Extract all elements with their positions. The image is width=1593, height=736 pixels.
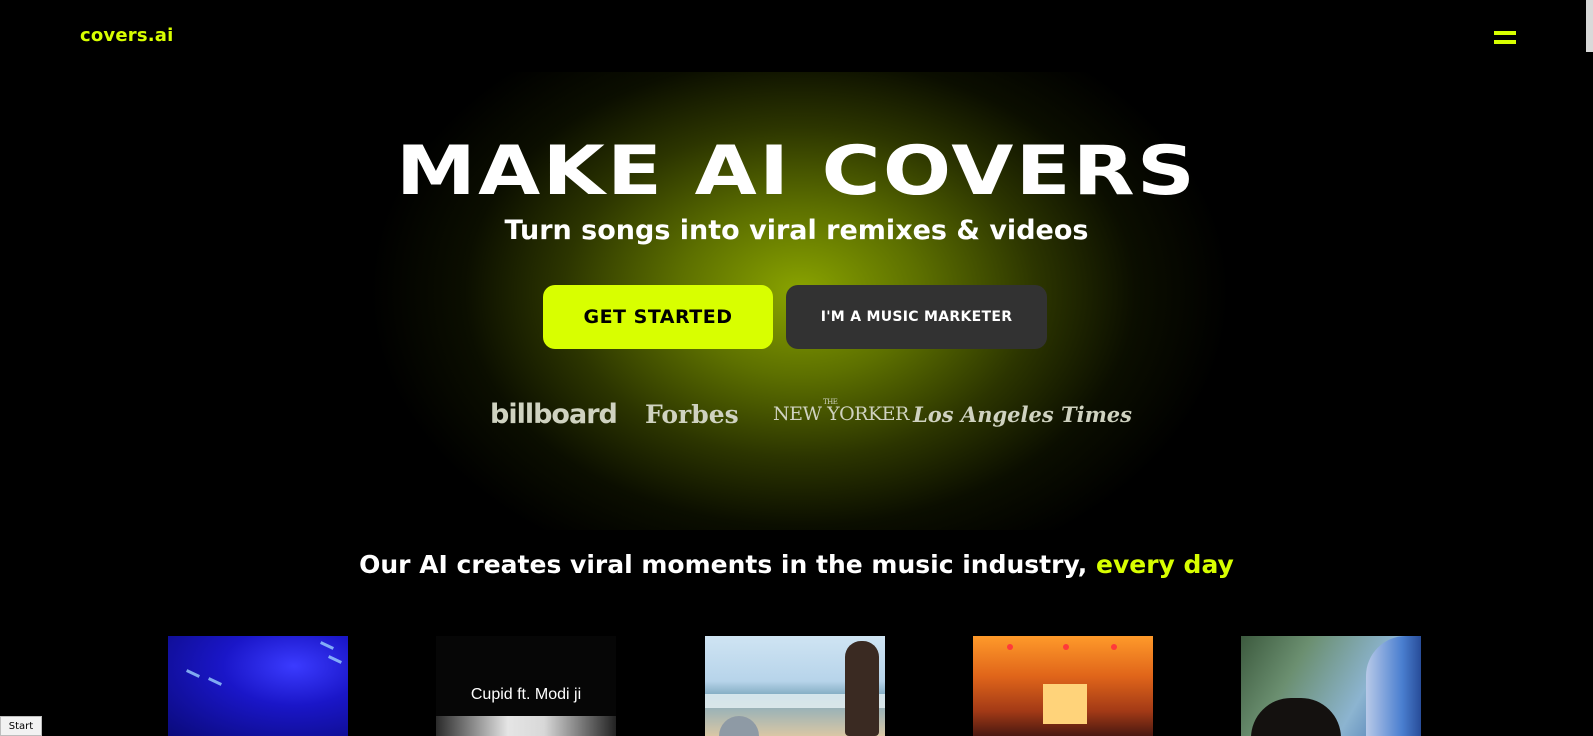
video-frame-image [436, 716, 616, 736]
blue-feather-shape [1366, 636, 1421, 736]
top-navigation-bar: covers.ai [0, 0, 1593, 72]
light-streak [208, 677, 222, 686]
stage-light [1063, 644, 1069, 650]
hamburger-menu-icon[interactable] [1494, 29, 1518, 47]
stage-light [1007, 644, 1013, 650]
new-yorker-logo: THE NEW YORKER [773, 394, 909, 434]
stage-light [1111, 644, 1117, 650]
person-hair-shape [1251, 698, 1341, 736]
page: covers.ai MAKE AI COVERS Turn songs into… [0, 0, 1593, 736]
get-started-button[interactable]: GET STARTED [543, 285, 773, 349]
hero-section: MAKE AI COVERS Turn songs into viral rem… [0, 72, 1593, 530]
site-logo[interactable]: covers.ai [80, 25, 174, 46]
music-marketer-button[interactable]: I'M A MUSIC MARKETER [786, 285, 1047, 349]
new-yorker-prefix: THE [823, 398, 838, 406]
video-thumbnail-3[interactable] [705, 636, 885, 736]
scrollbar-thumb[interactable] [1586, 0, 1593, 52]
video-caption: Cupid ft. Modi ji [470, 686, 582, 703]
shark-figure [719, 716, 759, 736]
video-thumbnail-5[interactable] [1241, 636, 1421, 736]
hero-subtitle: Turn songs into viral remixes & videos [504, 215, 1089, 246]
start-status-chip: Start [0, 716, 42, 736]
person-figure [845, 641, 879, 736]
forbes-logo: Forbes [645, 399, 739, 429]
light-streak [186, 669, 200, 678]
video-thumbnail-1[interactable] [168, 636, 348, 736]
billboard-logo: billboard [490, 398, 618, 430]
menu-bar-bottom [1494, 40, 1516, 44]
stage-screen [1043, 684, 1087, 724]
tagline-text: Our AI creates viral moments in the musi… [359, 550, 1097, 579]
tagline: Our AI creates viral moments in the musi… [0, 550, 1593, 579]
los-angeles-times-logo: Los Angeles Times [913, 401, 1132, 427]
menu-bar-top [1494, 31, 1516, 35]
light-streak [320, 641, 334, 650]
new-yorker-wordmark: NEW YORKER [773, 403, 909, 425]
tagline-accent: every day [1096, 550, 1234, 579]
light-streak [328, 655, 342, 664]
video-thumbnail-2[interactable]: Cupid ft. Modi ji [436, 636, 616, 736]
video-thumbnail-4[interactable] [973, 636, 1153, 736]
hero-title: MAKE AI COVERS [395, 132, 1198, 211]
